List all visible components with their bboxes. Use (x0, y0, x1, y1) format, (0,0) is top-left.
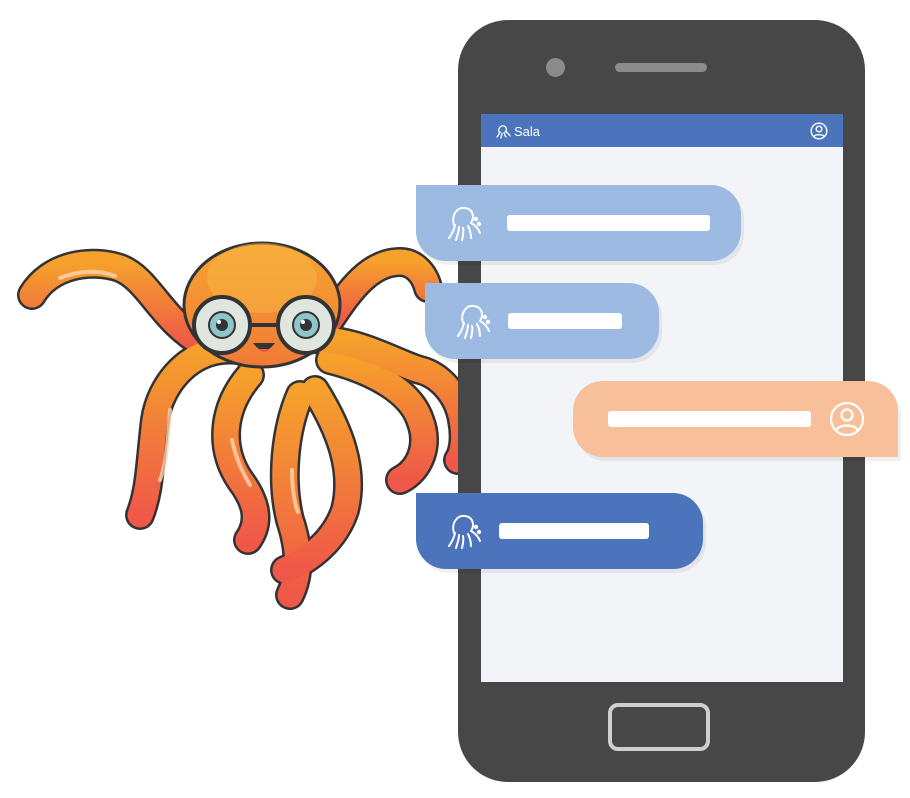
bot-message-bubble (416, 185, 741, 261)
bot-message-bubble (425, 283, 659, 359)
octopus-bot-icon (455, 301, 493, 341)
app-brand[interactable]: Sala (495, 121, 540, 141)
front-camera (546, 58, 565, 77)
user-message-bubble (573, 381, 898, 457)
octopus-logo-icon (495, 123, 511, 139)
octopus-bot-icon (446, 511, 484, 551)
user-circle-icon (829, 401, 865, 437)
message-text-placeholder (507, 215, 710, 231)
bot-message-bubble (416, 493, 703, 569)
app-name: Sala (514, 123, 541, 139)
message-text-placeholder (499, 523, 649, 539)
user-circle-icon[interactable] (810, 122, 828, 140)
message-text-placeholder (608, 411, 811, 427)
octopus-bot-icon (446, 203, 484, 243)
home-button[interactable] (608, 703, 710, 751)
phone-speaker (615, 63, 707, 72)
message-text-placeholder (508, 313, 622, 329)
app-bar: Sala (481, 114, 843, 147)
